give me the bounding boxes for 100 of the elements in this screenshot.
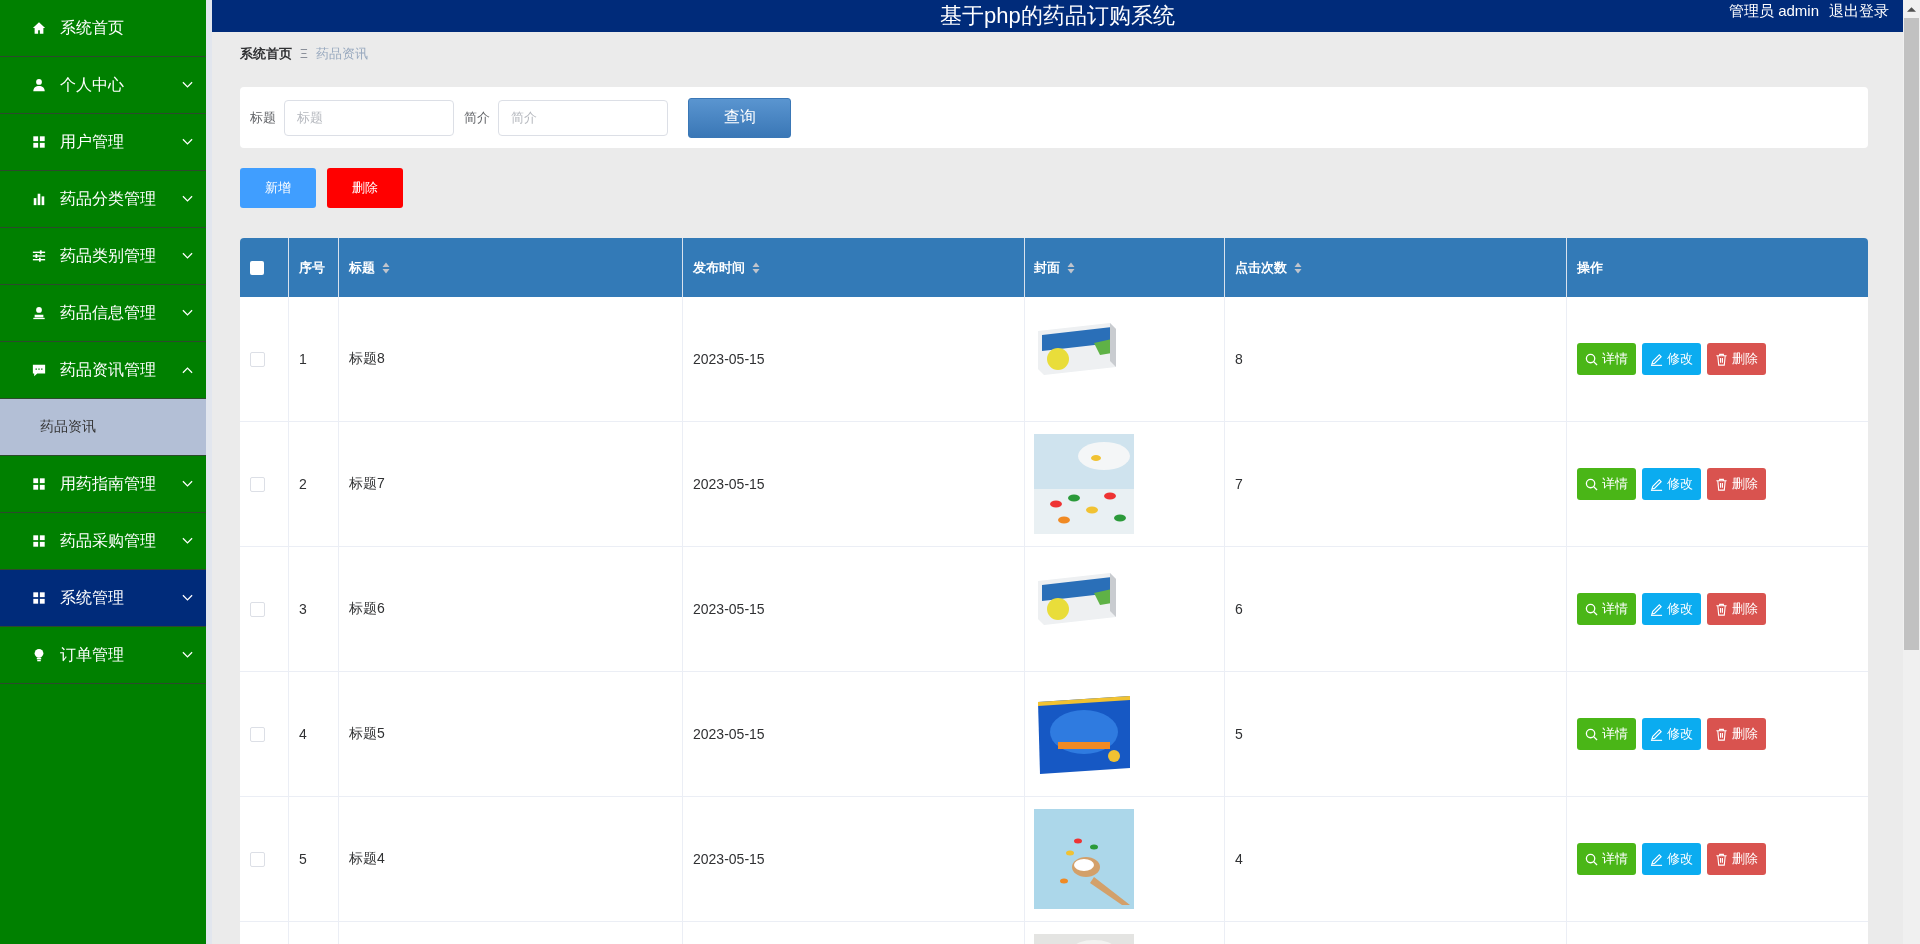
trash-icon — [1715, 727, 1728, 741]
column-header: 点击次数 — [1235, 258, 1287, 277]
table-cell: 2023-05-15 — [693, 601, 765, 617]
trash-icon — [1715, 852, 1728, 866]
table-cell: 2023-05-15 — [693, 726, 765, 742]
sort-icon[interactable] — [752, 261, 760, 274]
user-name: 管理员 admin — [1728, 1, 1819, 21]
table-cell: 8 — [1235, 351, 1243, 367]
edit-button[interactable]: 修改 — [1642, 468, 1701, 500]
column-header: 封面 — [1034, 258, 1060, 277]
search-button[interactable]: 查询 — [688, 97, 791, 138]
trash-icon — [1715, 352, 1728, 366]
bars-icon — [32, 192, 46, 206]
chevron-down-icon — [182, 594, 193, 602]
table-cell: 2023-05-15 — [693, 351, 765, 367]
scrollbar[interactable] — [1903, 0, 1920, 944]
search-icon — [1585, 477, 1598, 491]
detail-button[interactable]: 详情 — [1577, 593, 1636, 625]
detail-button[interactable]: 详情 — [1577, 843, 1636, 875]
breadcrumb-item: 药品资讯 — [315, 45, 368, 63]
field-label: 标题 — [250, 108, 276, 127]
table-cell: 4 — [299, 726, 307, 742]
grid-icon — [32, 534, 46, 548]
search-icon — [1585, 852, 1598, 866]
menu-label: 药品信息管理 — [60, 302, 157, 323]
table-cell: 2 — [299, 476, 307, 492]
menu-label: 订单管理 — [60, 644, 125, 665]
chevron-down-icon — [182, 138, 193, 146]
row-checkbox[interactable] — [250, 726, 265, 742]
table-cell: 6 — [1235, 601, 1243, 617]
column-header: 序号 — [299, 258, 325, 277]
detail-button[interactable]: 详情 — [1577, 468, 1636, 500]
menu-label: 药品资讯管理 — [60, 359, 157, 380]
delete-button[interactable]: 删除 — [1707, 718, 1766, 750]
chevron-up-icon — [182, 366, 193, 374]
sort-icon[interactable] — [382, 261, 390, 274]
menu-label: 个人中心 — [60, 74, 125, 95]
table-cell: 7 — [1235, 476, 1243, 492]
row-checkbox[interactable] — [250, 601, 265, 617]
scroll-up-icon[interactable] — [1907, 6, 1916, 12]
field-label: 简介 — [464, 108, 490, 127]
edit-button[interactable]: 修改 — [1642, 718, 1701, 750]
search-field[interactable]: 简介 — [498, 99, 668, 136]
row-checkbox[interactable] — [250, 476, 265, 492]
sort-icon[interactable] — [1067, 261, 1075, 274]
select-all-checkbox[interactable] — [250, 260, 264, 275]
chevron-down-icon — [182, 309, 193, 317]
pencil-icon — [1650, 352, 1663, 366]
user-icon — [32, 78, 46, 92]
scroll-thumb[interactable] — [1904, 18, 1919, 650]
breadcrumb-separator: Ξ — [300, 47, 308, 61]
sort-icon[interactable] — [1294, 261, 1302, 274]
breadcrumb-item[interactable]: 系统首页 — [240, 45, 292, 63]
delete-button[interactable]: 删除 — [1707, 468, 1766, 500]
column-header: 操作 — [1577, 258, 1603, 277]
home-icon — [32, 21, 46, 35]
search-icon — [1585, 727, 1598, 741]
table-cell: 标题7 — [349, 475, 385, 493]
search-field[interactable]: 标题 — [284, 99, 454, 136]
chevron-down-icon — [182, 195, 193, 203]
chevron-down-icon — [182, 81, 193, 89]
search-icon — [1585, 352, 1598, 366]
menu-label: 用药指南管理 — [60, 473, 157, 494]
grid-icon — [32, 591, 46, 605]
chevron-down-icon — [182, 480, 193, 488]
search-icon — [1585, 602, 1598, 616]
delete-button[interactable]: 删除 — [1707, 593, 1766, 625]
table-cell: 2023-05-15 — [693, 851, 765, 867]
detail-button[interactable]: 详情 — [1577, 343, 1636, 375]
row-checkbox[interactable] — [250, 351, 265, 367]
chevron-down-icon — [182, 651, 193, 659]
submenu-item[interactable]: 药品资讯 — [0, 399, 206, 456]
menu-label: 药品采购管理 — [60, 530, 157, 551]
stamp-icon — [32, 306, 46, 320]
table-cell: 5 — [299, 851, 307, 867]
delete-button[interactable]: 删除 — [327, 168, 403, 208]
sidebar-item[interactable]: 系统管理 — [0, 570, 206, 627]
table-cell: 4 — [1235, 851, 1243, 867]
edit-button[interactable]: 修改 — [1642, 343, 1701, 375]
table-cell: 1 — [299, 351, 307, 367]
chat-icon — [32, 363, 46, 377]
menu-label: 用户管理 — [60, 131, 125, 152]
edit-button[interactable]: 修改 — [1642, 843, 1701, 875]
menu-label: 药品分类管理 — [60, 188, 157, 209]
table-cell: 标题8 — [349, 350, 385, 368]
delete-button[interactable]: 删除 — [1707, 843, 1766, 875]
menu-label: 系统管理 — [60, 587, 125, 608]
menu-label: 药品类别管理 — [60, 245, 157, 266]
system-title: 基于php的药品订购系统 — [940, 2, 1175, 30]
table-cell: 标题4 — [349, 850, 385, 868]
table-cell: 2023-05-15 — [693, 476, 765, 492]
grid-icon — [32, 477, 46, 491]
logout-link[interactable]: 退出登录 — [1829, 0, 1889, 22]
row-checkbox[interactable] — [250, 851, 265, 867]
delete-button[interactable]: 删除 — [1707, 343, 1766, 375]
detail-button[interactable]: 详情 — [1577, 718, 1636, 750]
column-header: 标题 — [349, 258, 375, 277]
add-button[interactable]: 新增 — [240, 168, 316, 208]
edit-button[interactable]: 修改 — [1642, 593, 1701, 625]
pencil-icon — [1650, 727, 1663, 741]
